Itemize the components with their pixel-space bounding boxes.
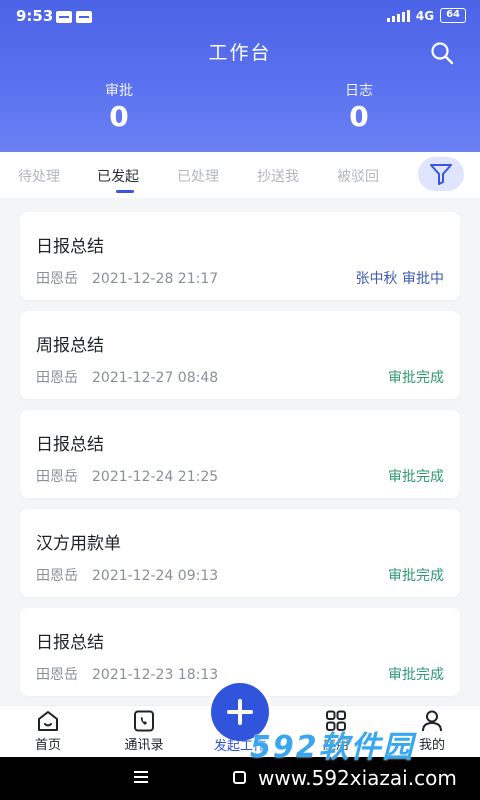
tab-pending[interactable]: 待处理 <box>18 166 60 186</box>
record-meta: 田恩岳 2021-12-23 18:13 <box>36 664 218 684</box>
record-status: 审批完成 <box>388 469 444 485</box>
active-tab-indicator <box>116 190 134 193</box>
record-person: 田恩岳 <box>36 568 78 584</box>
record-datetime: 2021-12-28 21:17 <box>92 271 219 287</box>
record-person: 田恩岳 <box>36 667 78 683</box>
menu-icon[interactable] <box>134 771 148 783</box>
record-title: 周报总结 <box>36 336 104 356</box>
stat-approval[interactable]: 审批 0 <box>59 80 179 134</box>
status-bar: 9:53 4G 64 <box>0 0 480 34</box>
record-person: 田恩岳 <box>36 370 78 386</box>
nav-label: 我的 <box>418 738 445 753</box>
header: 9:53 4G 64 工作台 审批 0 日志 0 <box>0 0 480 152</box>
status-time: 9:53 <box>16 7 54 25</box>
phone-book-icon <box>134 710 154 732</box>
record-datetime: 2021-12-24 09:13 <box>92 568 219 584</box>
record-card[interactable]: 日报总结 田恩岳 2021-12-28 21:17 张中秋 审批中 <box>20 212 460 300</box>
message-notification-icon <box>76 11 92 23</box>
status-indicators: 4G 64 <box>386 8 466 23</box>
stat-label: 审批 <box>105 83 133 99</box>
filter-tabs: 待处理 已发起 已处理 抄送我 被驳回 <box>0 152 480 198</box>
record-card[interactable]: 周报总结 田恩岳 2021-12-27 08:48 审批完成 <box>20 311 460 399</box>
nav-label: 通讯录 <box>124 738 164 753</box>
record-datetime: 2021-12-24 21:25 <box>92 469 219 485</box>
record-title: 汉方用款单 <box>36 534 121 554</box>
record-title: 日报总结 <box>36 633 104 653</box>
record-card[interactable]: 日报总结 田恩岳 2021-12-24 21:25 审批完成 <box>20 410 460 498</box>
record-datetime: 2021-12-23 18:13 <box>92 667 219 683</box>
record-title: 日报总结 <box>36 435 104 455</box>
record-meta: 田恩岳 2021-12-24 21:25 <box>36 466 218 486</box>
record-meta: 田恩岳 2021-12-24 09:13 <box>36 565 218 585</box>
record-person: 田恩岳 <box>36 271 78 287</box>
filter-button[interactable] <box>418 157 464 191</box>
watermark-logo: 592软件园 <box>250 730 415 765</box>
record-list: 日报总结 田恩岳 2021-12-28 21:17 张中秋 审批中 周报总结 田恩… <box>0 200 480 705</box>
tab-processed[interactable]: 已处理 <box>177 166 219 186</box>
tab-cc-me[interactable]: 抄送我 <box>257 166 299 186</box>
stat-value: 0 <box>109 100 129 133</box>
record-status: 张中秋 审批中 <box>355 271 444 287</box>
funnel-icon <box>430 164 452 185</box>
tab-initiated[interactable]: 已发起 <box>97 166 139 186</box>
stat-log[interactable]: 日志 0 <box>299 80 419 134</box>
page-title: 工作台 <box>208 42 272 64</box>
record-person: 田恩岳 <box>36 469 78 485</box>
nav-contacts[interactable]: 通讯录 <box>104 710 184 753</box>
record-status: 审批完成 <box>388 568 444 584</box>
home-button-icon[interactable] <box>233 771 246 784</box>
user-icon <box>422 710 442 732</box>
record-title: 日报总结 <box>36 237 104 257</box>
tab-rejected[interactable]: 被驳回 <box>337 166 379 186</box>
record-meta: 田恩岳 2021-12-28 21:17 <box>36 268 218 288</box>
nav-home[interactable]: 首页 <box>8 710 88 753</box>
nav-label: 首页 <box>34 738 61 753</box>
record-meta: 田恩岳 2021-12-27 08:48 <box>36 367 218 387</box>
record-status: 审批完成 <box>388 370 444 386</box>
stat-label: 日志 <box>345 83 373 99</box>
message-notification-icon <box>56 11 72 23</box>
home-icon <box>38 711 58 731</box>
network-type: 4G <box>415 8 435 23</box>
signal-icon <box>386 9 410 22</box>
record-card[interactable]: 汉方用款单 田恩岳 2021-12-24 09:13 审批完成 <box>20 509 460 597</box>
watermark-site: www.592xiazai.com <box>258 766 457 790</box>
stat-value: 0 <box>349 100 369 133</box>
search-icon[interactable] <box>430 41 454 65</box>
record-status: 审批完成 <box>388 667 444 683</box>
record-datetime: 2021-12-27 08:48 <box>92 370 219 386</box>
battery-icon: 64 <box>440 8 466 23</box>
